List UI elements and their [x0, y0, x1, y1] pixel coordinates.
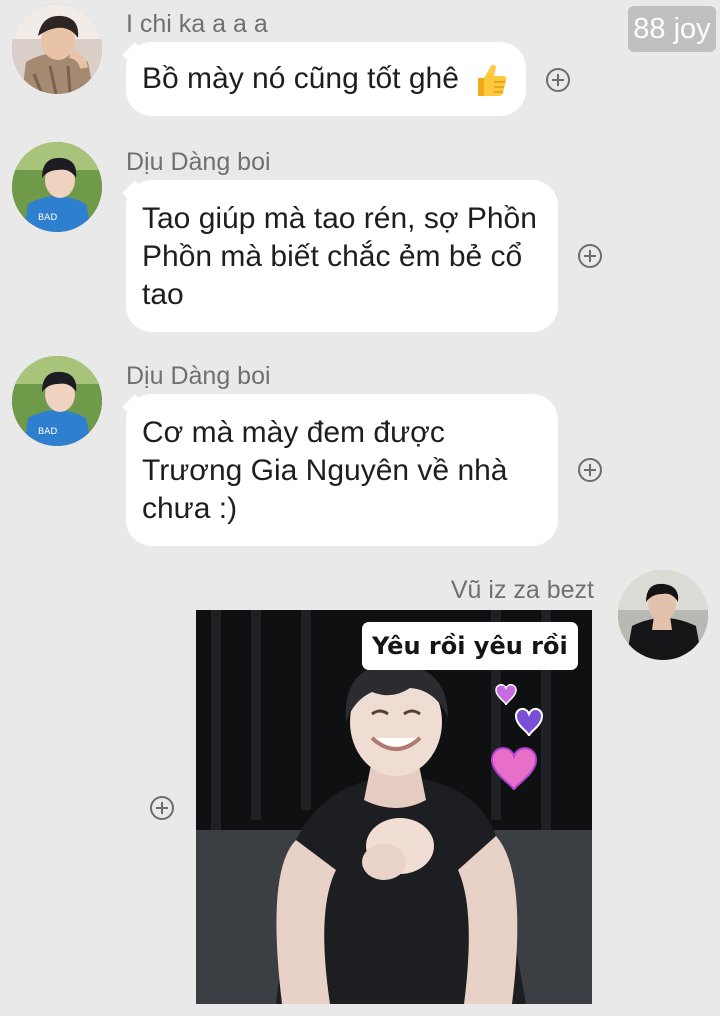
- message-line: Cơ mà mày đem được: [142, 416, 445, 449]
- add-reaction-icon[interactable]: [150, 796, 174, 820]
- add-reaction-icon[interactable]: [546, 68, 570, 92]
- avatar-image: [618, 570, 708, 660]
- add-reaction-icon[interactable]: [578, 458, 602, 482]
- avatar-diu-dang-boi[interactable]: BAD: [12, 142, 102, 232]
- thumbs-up-icon: [472, 62, 508, 108]
- sender-name: Dịu Dàng boi: [126, 362, 271, 390]
- sticker-caption: Yêu rồi yêu rồi: [362, 622, 578, 670]
- sender-name: Dịu Dàng boi: [126, 148, 271, 176]
- message-line: chưa :): [142, 492, 238, 525]
- avatar-image: BAD: [12, 142, 102, 232]
- avatar-image: [12, 4, 102, 94]
- avatar-vu-iz-za-bezt[interactable]: [618, 570, 708, 660]
- message-line: Phồn mà biết chắc ẻm bẻ cổ: [142, 240, 523, 273]
- message-bubble[interactable]: Cơ mà mày đem được Trương Gia Nguyên về …: [126, 394, 558, 546]
- svg-text:BAD: BAD: [38, 213, 57, 223]
- avatar-i-chi-ka[interactable]: [12, 4, 102, 94]
- message-line: tao: [142, 278, 184, 311]
- svg-text:BAD: BAD: [38, 427, 57, 437]
- avatar-diu-dang-boi[interactable]: BAD: [12, 356, 102, 446]
- sticker-image[interactable]: Yêu rồi yêu rồi: [196, 610, 592, 1004]
- sender-name: I chi ka a a a: [126, 10, 268, 38]
- add-reaction-icon[interactable]: [578, 244, 602, 268]
- message-text: Bồ mày nó cũng tốt ghê: [142, 62, 459, 95]
- message-line: Trương Gia Nguyên về nhà: [142, 454, 508, 487]
- message-line: Tao giúp mà tao rén, sợ Phồn: [142, 202, 537, 235]
- message-bubble[interactable]: Bồ mày nó cũng tốt ghê: [126, 42, 526, 116]
- message-bubble[interactable]: Tao giúp mà tao rén, sợ Phồn Phồn mà biế…: [126, 180, 558, 332]
- avatar-image: BAD: [12, 356, 102, 446]
- watermark-badge: 88 joy: [628, 6, 716, 52]
- sender-name: Vũ iz za bezt: [450, 576, 594, 604]
